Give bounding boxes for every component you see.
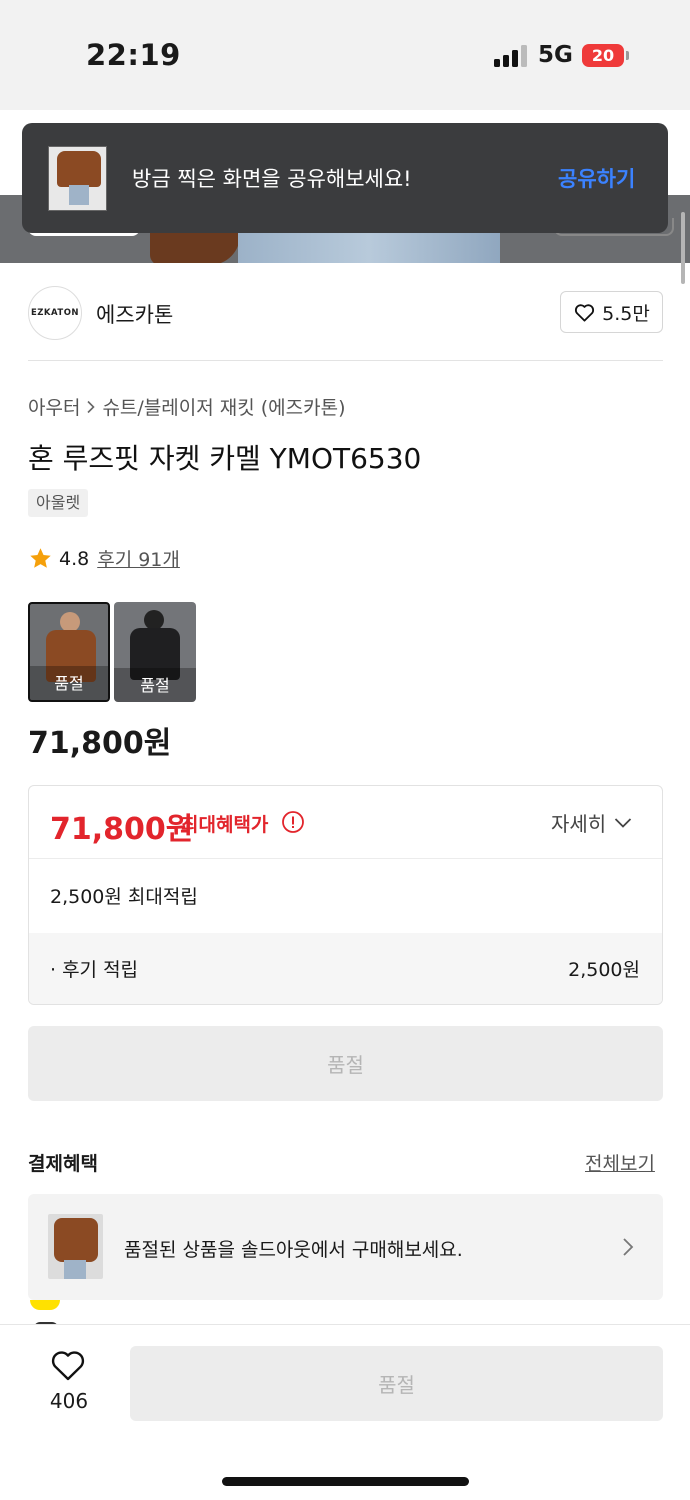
max-benefit-row: 71,800원 최대혜택가 자세히 (29, 786, 662, 859)
option-soldout-label: 품절 (54, 674, 84, 693)
battery-level: 20 (591, 46, 615, 65)
brand-logo[interactable]: EZKATON (28, 286, 82, 340)
rating-score: 4.8 (59, 547, 90, 570)
share-toast: 방금 찍은 화면을 공유해보세요! 공유하기 (22, 123, 668, 233)
review-points-row: · 후기 적립 2,500원 (29, 933, 662, 1004)
color-option-black[interactable]: 품절 (114, 602, 196, 702)
review-points-value: 2,500원 (568, 959, 640, 981)
chevron-down-icon (615, 817, 632, 828)
payment-benefits-title: 결제혜택 (28, 1153, 98, 1175)
payment-logo-peek (30, 1300, 60, 1310)
toast-message: 방금 찍은 화면을 공유해보세요! (132, 167, 412, 191)
detail-label: 자세히 (551, 812, 607, 836)
review-count-link[interactable]: 후기 91개 (97, 545, 180, 572)
color-option-camel[interactable]: 품절 (28, 602, 110, 702)
option-soldout-label: 품절 (140, 676, 170, 695)
star-icon (30, 548, 51, 568)
promo-text: 품절된 상품을 솔드아웃에서 구매해보세요. (124, 1239, 463, 1261)
product-title: 혼 루즈핏 자켓 카멜 YMOT6530 (28, 442, 422, 475)
battery-icon: 20 (582, 44, 624, 67)
signal-icon (494, 45, 528, 67)
brand-like-button[interactable]: 5.5만 (560, 291, 663, 333)
outlet-tag: 아울렛 (28, 489, 89, 517)
scrollbar[interactable] (681, 212, 685, 284)
status-time: 22:19 (86, 38, 181, 72)
battery-cap (626, 51, 629, 60)
detail-toggle[interactable]: 자세히 (551, 808, 632, 837)
max-benefit-label: 최대혜택가 (181, 814, 269, 836)
status-bar: 22:19 5G 20 (0, 0, 690, 110)
benefit-box: 71,800원 최대혜택가 자세히 2,500원 최대적립 · 후기 적립 2,… (28, 785, 663, 1005)
home-indicator[interactable] (222, 1477, 469, 1486)
heart-icon (575, 303, 595, 322)
breadcrumb-subcategory[interactable]: 슈트/블레이저 재킷 (에즈카톤) (102, 393, 345, 420)
max-benefit-price: 71,800원 (50, 812, 194, 847)
chevron-right-icon (623, 1238, 634, 1256)
network-type: 5G (538, 42, 573, 68)
soldout-promo-banner[interactable]: 품절된 상품을 솔드아웃에서 구매해보세요. (28, 1194, 663, 1300)
heart-icon[interactable] (50, 1348, 86, 1382)
review-points-label: · 후기 적립 (50, 959, 139, 981)
screenshot-thumbnail[interactable] (48, 146, 107, 211)
chevron-right-icon (87, 400, 96, 413)
max-points: 2,500원 최대적립 (50, 886, 198, 908)
product-price: 71,800원 (28, 726, 172, 761)
buy-button[interactable]: 품절 (130, 1346, 663, 1421)
wish-count: 406 (49, 1389, 89, 1413)
brand-logo-text: EZKATON (30, 308, 80, 318)
breadcrumb-category[interactable]: 아우터 (28, 393, 80, 420)
divider (28, 360, 663, 361)
brand-name[interactable]: 에즈카톤 (96, 299, 173, 329)
rating: 4.8 후기 91개 (28, 545, 180, 572)
brand-like-count: 5.5만 (602, 302, 650, 325)
soldout-button[interactable]: 품절 (28, 1026, 663, 1101)
view-all-link[interactable]: 전체보기 (585, 1149, 655, 1176)
breadcrumb: 아우터 슈트/블레이저 재킷 (에즈카톤) (28, 393, 346, 420)
share-button[interactable]: 공유하기 (558, 163, 635, 193)
promo-thumbnail (48, 1214, 103, 1279)
info-icon[interactable] (281, 810, 305, 834)
